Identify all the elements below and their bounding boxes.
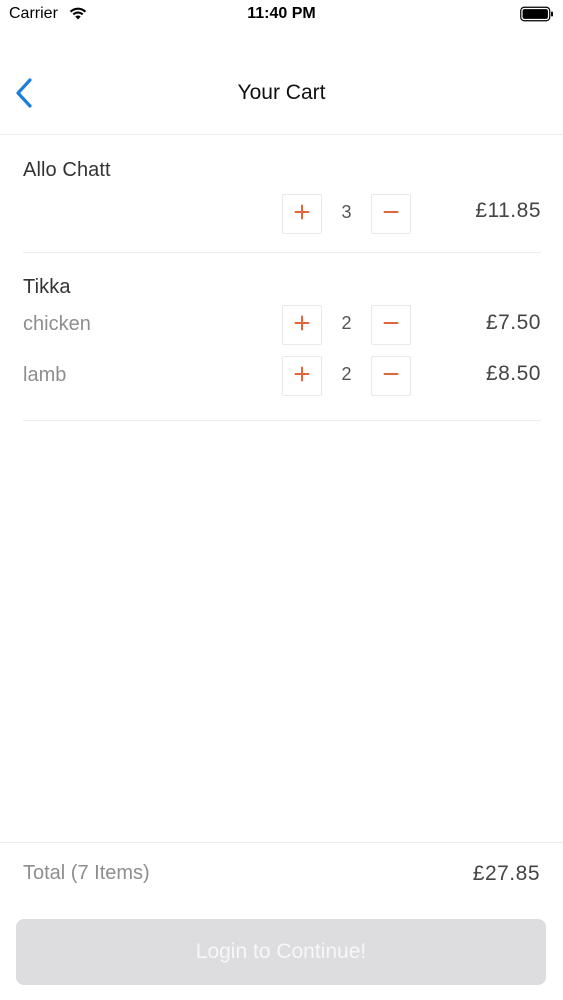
- cart-item-row: 3 £11.85: [23, 194, 541, 252]
- total-price: £27.85: [472, 862, 540, 885]
- cart-footer: Total (7 Items) £27.85 Login to Continue…: [0, 842, 563, 1000]
- battery-icon: [520, 6, 554, 22]
- increase-quantity-button[interactable]: [282, 356, 322, 396]
- plus-icon: [294, 366, 310, 387]
- item-price: £8.50: [485, 362, 541, 385]
- increase-quantity-button[interactable]: [282, 194, 322, 234]
- minus-icon: [383, 204, 399, 225]
- minus-icon: [383, 315, 399, 336]
- total-label: Total (7 Items): [23, 862, 150, 884]
- section-title: Allo Chatt: [23, 159, 111, 181]
- decrease-quantity-button[interactable]: [371, 305, 411, 345]
- item-name: lamb: [23, 364, 67, 386]
- cart-item-row: lamb 2 £8.50: [23, 356, 541, 415]
- item-price: £11.85: [475, 199, 541, 222]
- status-bar: Carrier 11:40 PM: [0, 0, 563, 30]
- decrease-quantity-button[interactable]: [371, 194, 411, 234]
- cart-section: Tikka chicken 2 £7.50 lamb 2 £8.50: [23, 253, 541, 421]
- item-price: £7.50: [485, 311, 541, 334]
- item-quantity: 2: [341, 313, 352, 333]
- cart-item-row: chicken 2 £7.50: [23, 305, 541, 363]
- page-title: Your Cart: [237, 81, 326, 104]
- section-title: Tikka: [23, 276, 71, 298]
- cart-list: Allo Chatt 3 £11.85 Tikka chicken 2 £7.5…: [23, 136, 541, 421]
- minus-icon: [383, 366, 399, 387]
- item-quantity: 3: [341, 202, 352, 222]
- cart-section: Allo Chatt 3 £11.85: [23, 136, 541, 253]
- item-quantity: 2: [341, 364, 352, 384]
- plus-icon: [294, 204, 310, 225]
- navigation-bar: Your Cart: [0, 60, 563, 135]
- plus-icon: [294, 315, 310, 336]
- increase-quantity-button[interactable]: [282, 305, 322, 345]
- login-to-continue-button[interactable]: Login to Continue!: [16, 919, 546, 985]
- decrease-quantity-button[interactable]: [371, 356, 411, 396]
- cart-screen: Carrier 11:40 PM Your Cart Allo Chatt 3 …: [0, 0, 563, 1000]
- status-time: 11:40 PM: [247, 5, 316, 22]
- item-name: chicken: [23, 313, 91, 335]
